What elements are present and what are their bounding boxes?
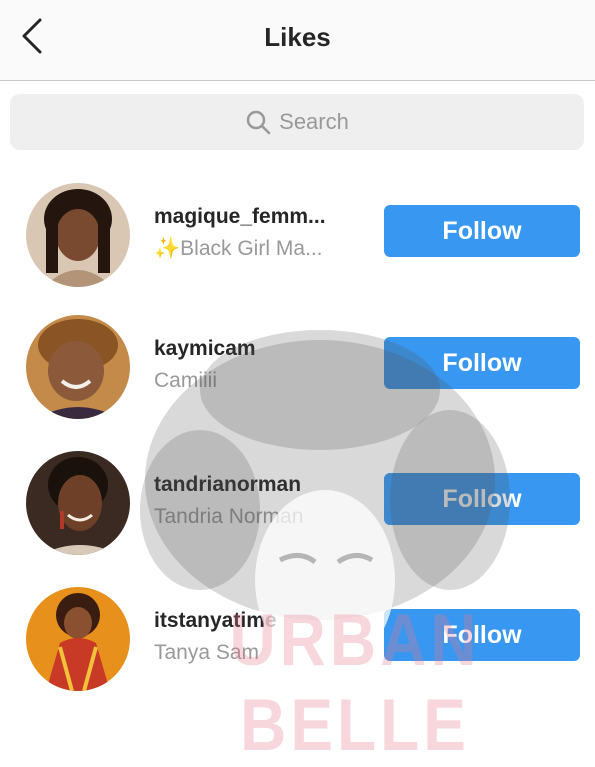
follow-button[interactable]: Follow	[384, 473, 580, 525]
full-name: Tanya Sam	[154, 641, 260, 664]
search-icon	[246, 110, 271, 135]
follow-button[interactable]: Follow	[384, 205, 580, 257]
full-name: Camiiii	[154, 369, 217, 392]
avatar-photo	[26, 587, 130, 691]
avatar[interactable]	[26, 451, 130, 555]
list-item: tandrianorman Tandria Norman Follow	[0, 451, 595, 587]
username[interactable]: itstanyatime	[154, 609, 364, 633]
avatar[interactable]	[26, 587, 130, 691]
top-bar: Likes	[0, 0, 595, 81]
follow-button[interactable]: Follow	[384, 337, 580, 389]
list-item: kaymicam Camiiii Follow	[0, 315, 595, 451]
username[interactable]: magique_femm...	[154, 205, 364, 229]
list-item: magique_femm... ✨Black Girl Ma... Follow	[0, 183, 595, 319]
search-placeholder: Search	[279, 109, 349, 134]
avatar-photo	[26, 315, 130, 419]
avatar-photo	[26, 451, 130, 555]
username[interactable]: kaymicam	[154, 337, 364, 361]
search-input[interactable]: Search	[10, 94, 584, 150]
list-item: itstanyatime Tanya Sam Follow	[0, 587, 595, 723]
full-name: Tandria Norman	[154, 505, 304, 528]
page-title: Likes	[264, 22, 331, 52]
username[interactable]: tandrianorman	[154, 473, 364, 497]
avatar-photo	[26, 183, 130, 287]
follow-button[interactable]: Follow	[384, 609, 580, 661]
avatar[interactable]	[26, 315, 130, 419]
full-name: ✨Black Girl Ma...	[154, 237, 323, 260]
avatar[interactable]	[26, 183, 130, 287]
